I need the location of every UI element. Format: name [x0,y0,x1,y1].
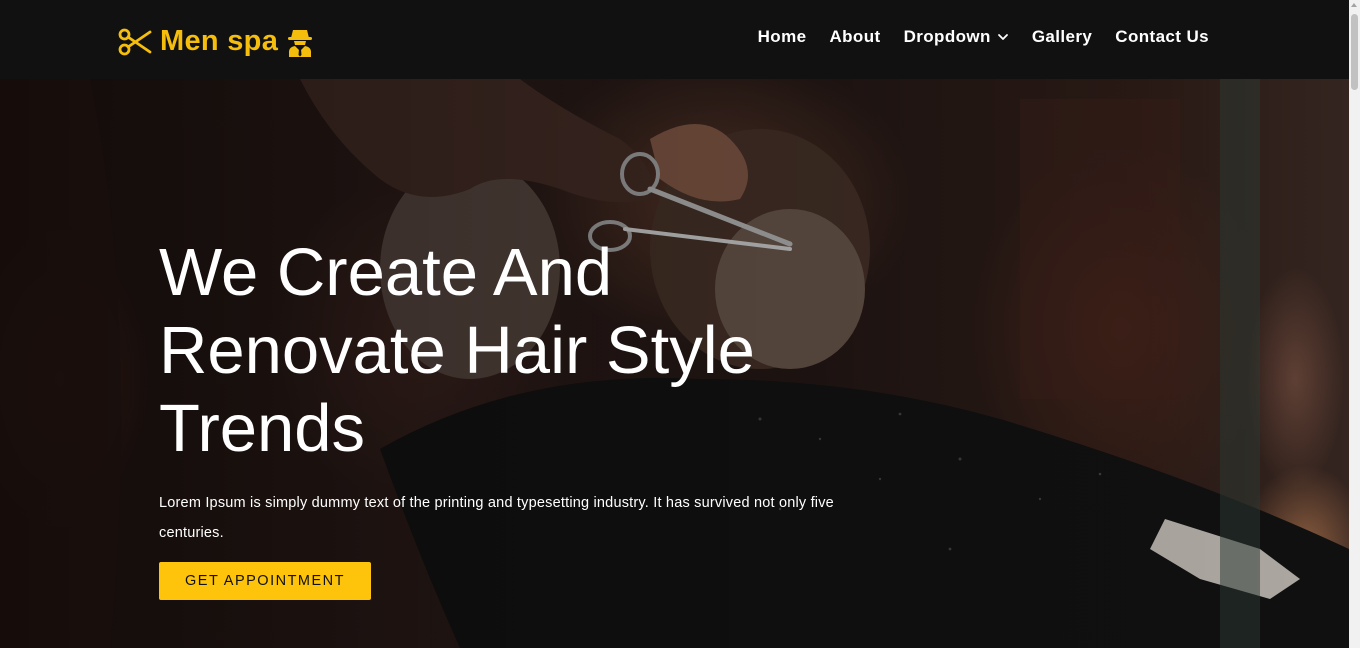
nav-dropdown[interactable]: Dropdown [904,27,1009,47]
hero-title: We Create And Renovate Hair Style Trends [159,235,755,466]
nav-gallery[interactable]: Gallery [1032,27,1092,47]
get-appointment-button[interactable]: GET APPOINTMENT [159,562,372,600]
nav-about[interactable]: About [829,27,880,47]
scroll-up-arrow-icon[interactable] [1351,3,1357,7]
main-nav: Home About Dropdown Gallery Contact Us [735,27,1209,47]
scrollbar-thumb[interactable] [1351,14,1358,90]
scissors-icon [118,28,152,55]
chevron-down-icon [997,34,1008,40]
brand-logo[interactable]: Men spa [118,25,313,58]
nav-contact-us[interactable]: Contact Us [1115,27,1209,47]
hero-description: Lorem Ipsum is simply dummy text of the … [159,495,834,541]
spy-icon [288,29,313,57]
vertical-scrollbar[interactable] [1349,0,1360,648]
nav-dropdown-label: Dropdown [903,27,991,46]
site-header: Men spa Home About Dropdown Gallery Cont… [0,0,1349,79]
hero-section: We Create And Renovate Hair Style Trends… [0,79,1349,648]
page: Men spa Home About Dropdown Gallery Cont… [0,0,1360,648]
hero-content: We Create And Renovate Hair Style Trends… [159,234,879,600]
nav-home[interactable]: Home [758,27,807,47]
brand-name: Men spa [160,25,279,57]
